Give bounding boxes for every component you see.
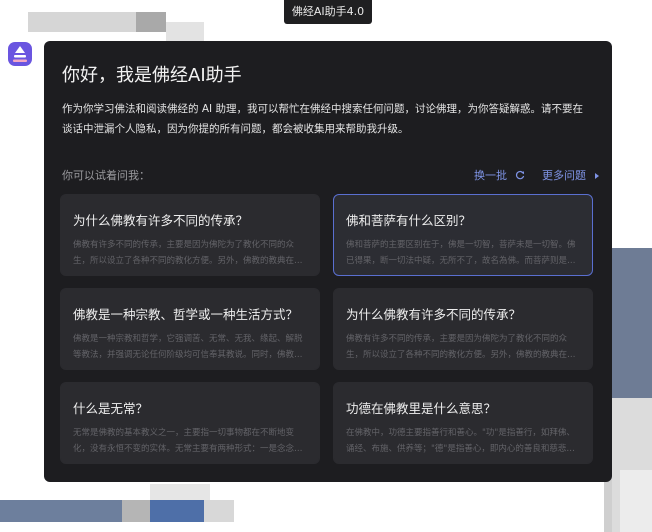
card-answer-preview: 佛和菩萨的主要区别在于，佛是一切智，菩萨未是一切智。佛已得果，断一切法中疑，无所… xyxy=(346,240,576,266)
background-block xyxy=(136,12,166,32)
suggestion-card[interactable]: 佛教是一种宗教、哲学或一种生活方式？ 佛教是一种宗教和哲学，它强调苦、无常、无我… xyxy=(60,288,320,370)
background-block xyxy=(28,12,136,32)
card-answer-preview: 佛教有许多不同的传承，主要是因为佛陀为了教化不同的众生，所以设立了各种不同的教化… xyxy=(73,240,303,266)
card-question: 为什么佛教有许多不同的传承？ xyxy=(73,213,249,228)
caret-right-icon xyxy=(594,170,600,183)
card-question: 佛和菩萨有什么区别？ xyxy=(346,213,472,228)
background-block xyxy=(0,500,122,522)
refresh-icon xyxy=(515,170,525,183)
background-block xyxy=(204,500,234,522)
card-answer-preview: 在佛教中，功德主要指善行和善心。"功"是指善行，如拜佛、诵经、布施、供养等；"德… xyxy=(346,428,575,454)
card-question: 功德在佛教里是什么意思？ xyxy=(346,401,497,416)
suggestion-card[interactable]: 为什么佛教有许多不同的传承？ 佛教有许多不同的传承，主要是因为佛陀为了教化不同的… xyxy=(333,288,593,370)
background-block xyxy=(166,22,204,42)
card-question: 什么是无常？ xyxy=(73,401,149,416)
background-block xyxy=(150,500,204,522)
more-questions-button[interactable]: 更多问题 xyxy=(542,167,600,183)
background-block xyxy=(122,500,150,522)
card-answer-preview: 佛教是一种宗教和哲学，它强调苦、无常、无我、缘起、解脱等教法，并强调无论任何阶级… xyxy=(73,334,303,360)
suggestion-card[interactable]: 功德在佛教里是什么意思？ 在佛教中，功德主要指善行和善心。"功"是指善行，如拜佛… xyxy=(333,382,593,464)
card-answer-preview: 佛教有许多不同的传承，主要是因为佛陀为了教化不同的众生，所以设立了各种不同的教化… xyxy=(346,334,576,360)
background-block xyxy=(150,484,210,500)
refresh-button[interactable]: 换一批 xyxy=(474,167,525,183)
chat-panel: 你好，我是佛经AI助手 作为你学习佛法和阅读佛经的 AI 助理，我可以帮忙在佛经… xyxy=(44,41,612,482)
card-answer-preview: 无常是佛教的基本教义之一，主要指一切事物都在不断地变化，没有永恒不变的实体。无常… xyxy=(73,428,303,454)
greeting-heading: 你好，我是佛经AI助手 xyxy=(62,65,242,86)
assistant-logo-icon xyxy=(6,40,34,68)
background-block xyxy=(620,470,652,532)
window-title: 佛经AI助手4.0 xyxy=(284,0,372,24)
suggestion-card[interactable]: 为什么佛教有许多不同的传承？ 佛教有许多不同的传承，主要是因为佛陀为了教化不同的… xyxy=(60,194,320,276)
suggestion-card[interactable]: 什么是无常？ 无常是佛教的基本教义之一，主要指一切事物都在不断地变化，没有永恒不… xyxy=(60,382,320,464)
card-question: 佛教是一种宗教、哲学或一种生活方式？ xyxy=(73,307,299,322)
intro-text: 作为你学习佛法和阅读佛经的 AI 助理，我可以帮忙在佛经中搜索任何问题，讨论佛理… xyxy=(62,103,583,135)
suggestion-card-selected[interactable]: 佛和菩萨有什么区别？ 佛和菩萨的主要区别在于，佛是一切智，菩萨未是一切智。佛已得… xyxy=(333,194,593,276)
card-question: 为什么佛教有许多不同的传承？ xyxy=(346,307,522,322)
background-block xyxy=(612,248,652,398)
more-questions-label: 更多问题 xyxy=(542,169,586,182)
suggestion-hint: 你可以试着问我： xyxy=(62,169,150,182)
refresh-label: 换一批 xyxy=(474,169,507,182)
